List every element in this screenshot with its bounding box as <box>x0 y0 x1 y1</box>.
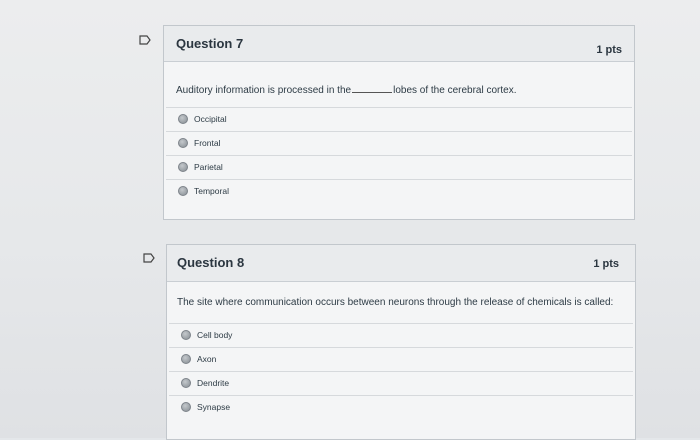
answer-synapse[interactable]: Synapse <box>169 395 633 417</box>
radio-button-icon[interactable] <box>181 353 191 364</box>
answer-cell-body[interactable]: Cell body <box>169 323 633 345</box>
radio-button-icon[interactable] <box>181 401 191 412</box>
radio-button-icon[interactable] <box>181 377 191 388</box>
answer-label: Axon <box>197 353 217 364</box>
question-7-header: Question 7 1 pts <box>164 26 634 62</box>
answer-label: Frontal <box>194 137 221 148</box>
radio-button-icon[interactable] <box>178 161 188 172</box>
question-8-title: Question 8 <box>177 255 245 270</box>
answer-parietal[interactable]: Parietal <box>166 155 632 177</box>
answer-label: Occipital <box>194 113 227 124</box>
answer-label: Temporal <box>194 185 229 196</box>
quiz-page: Question 7 1 pts Auditory information is… <box>0 0 700 440</box>
answer-occipital[interactable]: Occipital <box>166 107 632 129</box>
question-7-text: Auditory information is processed in the… <box>176 83 517 96</box>
flag-question-8-icon[interactable] <box>143 253 155 263</box>
question-8-header: Question 8 1 pts <box>167 245 635 282</box>
answer-frontal[interactable]: Frontal <box>166 131 632 153</box>
radio-button-icon[interactable] <box>178 137 188 148</box>
answer-axon[interactable]: Axon <box>169 347 633 369</box>
answer-temporal[interactable]: Temporal <box>166 179 632 201</box>
answer-label: Cell body <box>197 329 233 340</box>
question-7-text-after: lobes of the cerebral cortex. <box>393 85 517 96</box>
radio-button-icon[interactable] <box>178 113 188 124</box>
question-7-points: 1 pts <box>596 44 622 56</box>
fill-in-blank <box>352 83 393 93</box>
answer-label: Synapse <box>197 401 231 412</box>
question-7-text-before: Auditory information is processed in the <box>176 85 352 96</box>
radio-button-icon[interactable] <box>178 185 188 196</box>
answer-label: Dendrite <box>197 377 230 388</box>
answer-label: Parietal <box>194 161 223 172</box>
question-8-text: The site where communication occurs betw… <box>177 297 614 308</box>
question-7-title: Question 7 <box>176 36 244 51</box>
flag-question-7-icon[interactable] <box>139 35 151 45</box>
question-8-card: Question 8 1 pts The site where communic… <box>166 244 636 440</box>
radio-button-icon[interactable] <box>181 329 191 340</box>
answer-dendrite[interactable]: Dendrite <box>169 371 633 393</box>
question-7-card: Question 7 1 pts Auditory information is… <box>163 25 635 220</box>
question-8-points: 1 pts <box>593 258 619 270</box>
